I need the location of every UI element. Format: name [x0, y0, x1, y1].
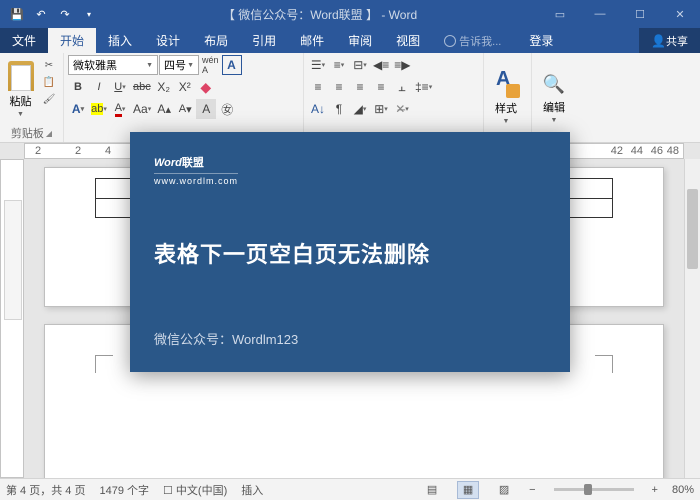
- phonetic-guide-button[interactable]: wénA: [200, 55, 221, 75]
- subscript-button[interactable]: X₂: [154, 77, 174, 97]
- justify-button[interactable]: ≡: [371, 77, 391, 97]
- highlight-button[interactable]: ab▾: [89, 99, 109, 119]
- text-effects-button[interactable]: A▾: [68, 99, 88, 119]
- clipboard-group-label: 剪贴板: [11, 125, 44, 141]
- editing-button[interactable]: 🔍 编辑 ▼: [536, 55, 572, 140]
- sort-button[interactable]: A↓: [308, 99, 328, 119]
- status-words[interactable]: 1479 个字: [99, 482, 149, 498]
- copy-button[interactable]: 📋: [39, 74, 59, 90]
- editing-label: 编辑: [543, 99, 565, 115]
- close-button[interactable]: ✕: [660, 0, 700, 28]
- styles-icon: [492, 70, 520, 98]
- increase-indent-button[interactable]: ≡▶: [392, 55, 412, 75]
- styles-button[interactable]: 样式 ▼: [488, 55, 524, 140]
- status-page[interactable]: 第 4 页，共 4 页: [6, 482, 85, 498]
- clipboard-launcher[interactable]: ◢: [46, 129, 52, 138]
- window-title: 【 微信公众号：Word联盟 】 - Word: [100, 6, 540, 23]
- redo-button[interactable]: ↷: [54, 3, 76, 25]
- align-left-button[interactable]: ≡: [308, 77, 328, 97]
- tab-layout[interactable]: 布局: [192, 28, 240, 53]
- styles-label: 样式: [495, 100, 517, 116]
- minimize-button[interactable]: —: [580, 0, 620, 28]
- change-case-button[interactable]: Aa▾: [131, 99, 153, 119]
- numbering-button[interactable]: ≡▾: [329, 55, 349, 75]
- line-spacing-button[interactable]: ‡≡▾: [413, 77, 434, 97]
- undo-button[interactable]: ↶: [30, 3, 52, 25]
- zoom-out-button[interactable]: −: [529, 484, 535, 496]
- format-painter-button[interactable]: 🖌: [39, 91, 59, 107]
- tab-view[interactable]: 视图: [384, 28, 432, 53]
- char-shading-button[interactable]: A: [196, 99, 216, 119]
- italic-button[interactable]: I: [89, 77, 109, 97]
- bullets-button[interactable]: ☰▾: [308, 55, 328, 75]
- tab-home[interactable]: 开始: [48, 28, 96, 53]
- maximize-button[interactable]: ☐: [620, 0, 660, 28]
- overlay-url: www.wordlm.com: [154, 173, 238, 186]
- grow-font-button[interactable]: A▴: [154, 99, 174, 119]
- share-button[interactable]: 👤 共享: [639, 28, 700, 53]
- strikethrough-button[interactable]: abc: [131, 77, 153, 97]
- overlay-subtitle: 微信公众号：Wordlm123: [154, 329, 546, 348]
- zoom-slider[interactable]: [554, 488, 634, 491]
- tell-me-input[interactable]: 告诉我...: [432, 28, 513, 53]
- underline-button[interactable]: U▾: [110, 77, 130, 97]
- superscript-button[interactable]: X²: [175, 77, 195, 97]
- status-insert[interactable]: 插入: [241, 482, 263, 498]
- find-icon: 🔍: [541, 71, 567, 97]
- crop-mark-icon: [95, 355, 113, 373]
- char-border-button[interactable]: A: [222, 55, 242, 75]
- paste-button[interactable]: 粘贴 ▼: [4, 55, 37, 124]
- tab-file[interactable]: 文件: [0, 28, 48, 53]
- ribbon-options-button[interactable]: ▭: [540, 0, 580, 28]
- tab-references[interactable]: 引用: [240, 28, 288, 53]
- distributed-button[interactable]: ⫠: [392, 77, 412, 97]
- align-right-button[interactable]: ≡: [350, 77, 370, 97]
- chevron-down-icon: ▼: [17, 111, 24, 118]
- show-marks-button[interactable]: ¶: [329, 99, 349, 119]
- qat-customize[interactable]: ▾: [78, 3, 100, 25]
- decrease-indent-button[interactable]: ◀≡: [371, 55, 391, 75]
- bold-button[interactable]: B: [68, 77, 88, 97]
- tab-design[interactable]: 设计: [144, 28, 192, 53]
- font-color-button[interactable]: A▾: [110, 99, 130, 119]
- shrink-font-button[interactable]: A▾: [175, 99, 195, 119]
- chevron-down-icon: ▼: [551, 117, 558, 124]
- share-label: 共享: [666, 33, 688, 49]
- overlay-logo: Word联盟: [154, 150, 546, 171]
- status-lang[interactable]: ☐ 中文(中国): [163, 482, 227, 498]
- font-size-select[interactable]: 四号▼: [159, 55, 199, 75]
- clear-format-button[interactable]: ◆: [196, 77, 216, 97]
- tab-insert[interactable]: 插入: [96, 28, 144, 53]
- clipboard-icon: [8, 61, 34, 91]
- save-button[interactable]: 💾: [6, 3, 28, 25]
- borders-button[interactable]: ⊞▾: [371, 99, 391, 119]
- print-layout-button[interactable]: ▦: [457, 481, 479, 499]
- overlay-message: 表格下一页空白页无法删除: [154, 237, 546, 269]
- enclose-char-button[interactable]: ㊛: [217, 99, 237, 119]
- crop-mark-icon: [595, 355, 613, 373]
- login-button[interactable]: 登录: [517, 28, 565, 53]
- vertical-ruler[interactable]: [0, 159, 24, 478]
- font-name-select[interactable]: 微软雅黑▼: [68, 55, 158, 75]
- read-mode-button[interactable]: ▤: [421, 481, 443, 499]
- web-layout-button[interactable]: ▨: [493, 481, 515, 499]
- multilevel-button[interactable]: ⊟▾: [350, 55, 370, 75]
- snap-button[interactable]: ✕̶▾: [392, 99, 412, 119]
- chevron-down-icon: ▼: [503, 118, 510, 125]
- tab-review[interactable]: 审阅: [336, 28, 384, 53]
- cut-button[interactable]: ✂: [39, 57, 59, 73]
- scrollbar-thumb[interactable]: [687, 189, 698, 269]
- tab-mail[interactable]: 邮件: [288, 28, 336, 53]
- vertical-scrollbar[interactable]: [684, 159, 700, 478]
- zoom-in-button[interactable]: +: [652, 484, 658, 496]
- align-center-button[interactable]: ≡: [329, 77, 349, 97]
- zoom-level[interactable]: 80%: [672, 484, 694, 496]
- shading-button[interactable]: ◢▾: [350, 99, 370, 119]
- paste-label: 粘贴: [10, 93, 32, 109]
- info-overlay: Word联盟 www.wordlm.com 表格下一页空白页无法删除 微信公众号…: [130, 132, 570, 372]
